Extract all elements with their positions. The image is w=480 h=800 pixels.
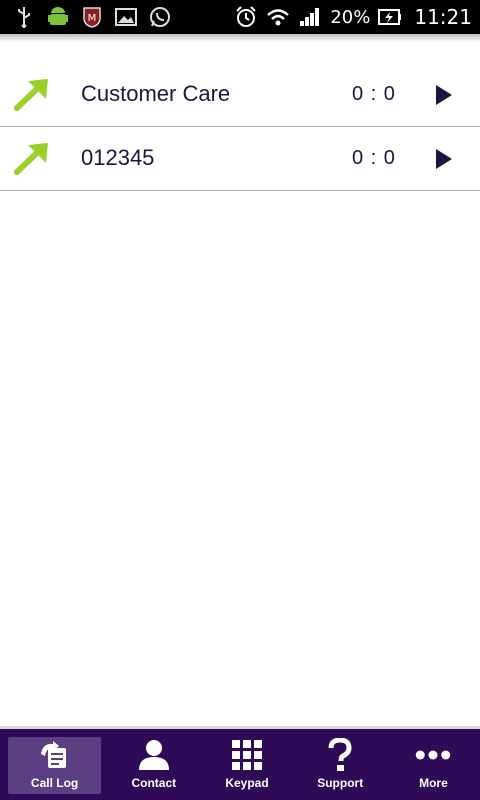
- play-icon[interactable]: [434, 147, 454, 171]
- battery-percentage: 20%: [330, 6, 371, 28]
- nav-label: More: [419, 776, 448, 790]
- nav-call-log[interactable]: Call Log: [8, 737, 102, 794]
- nav-contact[interactable]: Contact: [107, 729, 200, 800]
- usb-icon: [12, 5, 36, 29]
- android-debug-icon: [46, 5, 70, 29]
- nav-label: Contact: [131, 776, 177, 790]
- bottom-navigation: Call Log Contact Keypad Support More: [0, 726, 480, 800]
- call-contact-name: 012345: [81, 145, 155, 170]
- call-log-icon: [37, 738, 73, 772]
- play-icon[interactable]: [434, 83, 454, 107]
- wifi-icon: [266, 5, 290, 29]
- status-bar: M 20% 11:21: [0, 0, 480, 34]
- call-duration: 0 : 0: [352, 147, 396, 169]
- alarm-icon: [234, 5, 258, 29]
- call-log-item[interactable]: Customer Care 0 : 0: [0, 63, 480, 127]
- nav-support[interactable]: Support: [294, 729, 387, 800]
- keypad-icon: [229, 738, 265, 772]
- call-duration: 0 : 0: [352, 83, 396, 105]
- support-question-icon: [322, 738, 358, 772]
- status-bar-clock: 11:21: [414, 5, 472, 29]
- nav-label: Keypad: [225, 776, 269, 790]
- call-contact-name: Customer Care: [81, 81, 231, 106]
- outgoing-call-arrow-icon: [12, 141, 52, 177]
- call-log-list: Customer Care 0 : 0 012345 0 : 0: [0, 63, 480, 191]
- shield-app-icon: M: [80, 5, 104, 29]
- status-bar-shadow: [0, 34, 480, 42]
- svg-text:M: M: [88, 13, 97, 24]
- contact-icon: [136, 738, 172, 772]
- outgoing-call-arrow-icon: [12, 77, 52, 113]
- battery-charging-icon: [378, 5, 402, 29]
- status-bar-notifications: M: [12, 5, 172, 29]
- nav-label: Support: [317, 776, 364, 790]
- image-notification-icon: [114, 5, 138, 29]
- nav-keypad[interactable]: Keypad: [200, 729, 293, 800]
- signal-icon: [298, 5, 322, 29]
- call-log-item[interactable]: 012345 0 : 0: [0, 127, 480, 191]
- more-dots-icon: [415, 738, 451, 772]
- status-bar-system: 20% 11:21: [234, 5, 472, 29]
- whatsapp-icon: [148, 5, 172, 29]
- nav-more[interactable]: More: [387, 729, 480, 800]
- nav-label: Call Log: [30, 776, 79, 790]
